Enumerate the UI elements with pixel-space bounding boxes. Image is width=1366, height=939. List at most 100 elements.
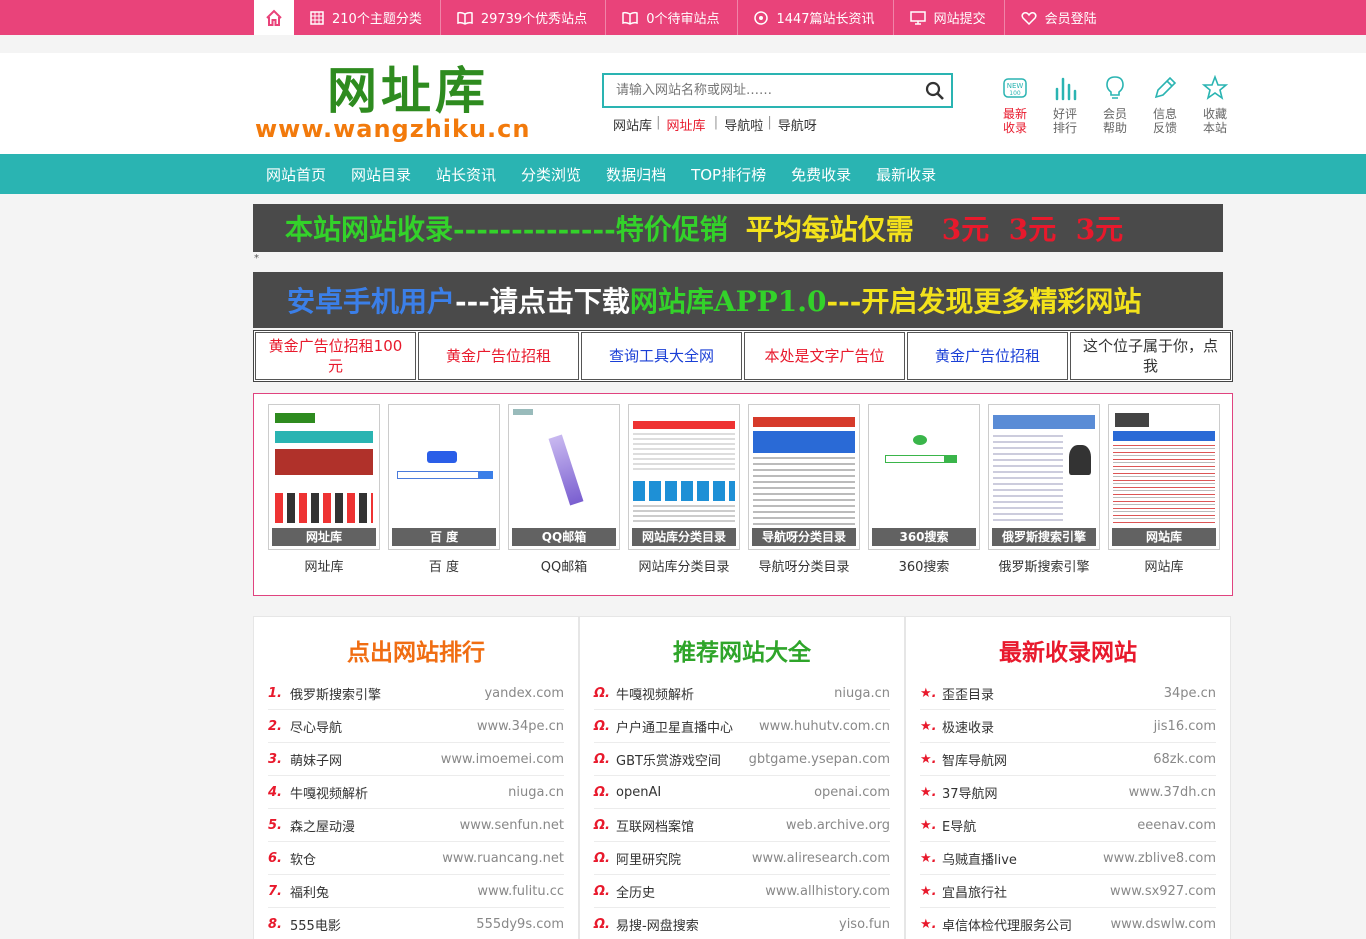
- nav-top[interactable]: TOP排行榜: [679, 164, 778, 185]
- list-item[interactable]: Ω. 全历史 www.allhistory.com: [594, 875, 890, 908]
- showcase-item[interactable]: 网站库 网站库: [1108, 404, 1220, 575]
- list-item[interactable]: ★. E导航 eeenav.com: [920, 809, 1216, 842]
- text-ad[interactable]: 查询工具大全网: [581, 332, 742, 380]
- nav-latest[interactable]: 最新收录: [864, 164, 948, 185]
- list-item[interactable]: Ω. openAI openai.com: [594, 776, 890, 809]
- site-name-link[interactable]: 极速收录: [942, 717, 1154, 736]
- site-name-link[interactable]: 555电影: [290, 915, 476, 934]
- site-name-link[interactable]: openAI: [616, 785, 814, 800]
- site-name-link[interactable]: 软仓: [290, 849, 442, 868]
- nav-home[interactable]: 网站首页: [254, 164, 338, 185]
- list-marker: 8.: [268, 916, 282, 932]
- nav-browse[interactable]: 分类浏览: [509, 164, 593, 185]
- list-item[interactable]: 8. 555电影 555dy9s.com: [268, 908, 564, 939]
- text-ad[interactable]: 黄金广告位招租100元: [255, 332, 416, 380]
- ranking-button[interactable]: 好评 排行: [1040, 75, 1090, 135]
- list-item[interactable]: ★. 乌贼直播live www.zblive8.com: [920, 842, 1216, 875]
- search-icon[interactable]: [923, 79, 947, 103]
- showcase-label: 网址库: [304, 560, 344, 575]
- help-button[interactable]: 会员 帮助: [1090, 75, 1140, 135]
- site-name-link[interactable]: 37导航网: [942, 783, 1129, 802]
- nav-news[interactable]: 站长资讯: [424, 164, 508, 185]
- list-item[interactable]: 3. 萌妹子网 www.imoemei.com: [268, 743, 564, 776]
- topbar-login[interactable]: 会员登陆: [1005, 0, 1115, 35]
- list-item[interactable]: Ω. 互联网档案馆 web.archive.org: [594, 809, 890, 842]
- column-list: ★. 歪歪目录 34pe.cn ★. 极速收录 jis16.com ★. 智库导航网 68zk.…: [920, 677, 1216, 939]
- feedback-button[interactable]: 信息 反馈: [1140, 75, 1190, 135]
- help-l2: 帮助: [1102, 121, 1127, 135]
- header-icons: NEW 100 最新 收录 好评 排行 会员 帮助 信息 反馈 收藏 本站: [990, 75, 1240, 135]
- site-name-link[interactable]: 俄罗斯搜索引擎: [290, 684, 484, 703]
- list-item[interactable]: Ω. GBT乐赏游戏空间 gbtgame.ysepan.com: [594, 743, 890, 776]
- site-thumbnail: 网址库: [268, 404, 380, 550]
- site-name-link[interactable]: 福利兔: [290, 882, 477, 901]
- text-ad[interactable]: 黄金广告位招租: [907, 332, 1068, 380]
- showcase-item[interactable]: 百 度 百 度: [388, 404, 500, 575]
- site-url: www.37dh.cn: [1128, 784, 1216, 800]
- showcase-item[interactable]: 俄罗斯搜索引擎 俄罗斯搜索引擎: [988, 404, 1100, 575]
- promo-part-b: 特价促销: [615, 213, 728, 246]
- site-name-link[interactable]: 森之屋动漫: [290, 816, 460, 835]
- showcase-item[interactable]: 360搜索 360搜索: [868, 404, 980, 575]
- list-item[interactable]: 4. 牛嘎视频解析 niuga.cn: [268, 776, 564, 809]
- list-item[interactable]: 2. 尽心导航 www.34pe.cn: [268, 710, 564, 743]
- site-name-link[interactable]: 阿里研究院: [616, 849, 752, 868]
- topbar-categories[interactable]: 210个主题分类: [294, 0, 441, 35]
- list-marker: Ω.: [594, 751, 610, 767]
- site-name-link[interactable]: 牛嘎视频解析: [616, 684, 834, 703]
- latest-button[interactable]: NEW 100 最新 收录: [990, 75, 1040, 135]
- list-item[interactable]: 7. 福利兔 www.fulitu.cc: [268, 875, 564, 908]
- search-input[interactable]: [604, 75, 914, 106]
- site-name-link[interactable]: 智库导航网: [942, 750, 1153, 769]
- site-name-link[interactable]: 易搜-网盘搜索: [616, 915, 839, 934]
- site-name-link[interactable]: 牛嘎视频解析: [290, 783, 508, 802]
- quick-link-wangzhanku[interactable]: 网站库: [613, 115, 652, 134]
- list-item[interactable]: 1. 俄罗斯搜索引擎 yandex.com: [268, 677, 564, 710]
- text-ad[interactable]: 本处是文字广告位: [744, 332, 905, 380]
- site-name-link[interactable]: 萌妹子网: [290, 750, 441, 769]
- bookmark-button[interactable]: 收藏 本站: [1190, 75, 1240, 135]
- site-name-link[interactable]: E导航: [942, 816, 1137, 835]
- nav-free-submit[interactable]: 免费收录: [779, 164, 863, 185]
- list-item[interactable]: ★. 宜昌旅行社 www.sx927.com: [920, 875, 1216, 908]
- site-name-link[interactable]: 卓信体检代理服务公司: [942, 915, 1111, 934]
- topbar-sites[interactable]: 29739个优秀站点: [441, 0, 607, 35]
- showcase-item[interactable]: 导航呀分类目录 导航呀分类目录: [748, 404, 860, 575]
- quick-link-daohangla[interactable]: 导航啦: [724, 115, 763, 134]
- list-item[interactable]: ★. 歪歪目录 34pe.cn: [920, 677, 1216, 710]
- list-item[interactable]: Ω. 牛嘎视频解析 niuga.cn: [594, 677, 890, 710]
- list-item[interactable]: 5. 森之屋动漫 www.senfun.net: [268, 809, 564, 842]
- site-name-link[interactable]: 全历史: [616, 882, 765, 901]
- list-item[interactable]: Ω. 户户通卫星直播中心 www.huhutv.com.cn: [594, 710, 890, 743]
- site-name-link[interactable]: 互联网档案馆: [616, 816, 786, 835]
- showcase-item[interactable]: QQ邮箱 QQ邮箱: [508, 404, 620, 575]
- showcase-item[interactable]: 网站库分类目录 网站库分类目录: [628, 404, 740, 575]
- promo-banner[interactable]: 本站网站收录-------------- 特价促销 平均每站仅需 3元 3元 3…: [253, 204, 1223, 252]
- showcase-item[interactable]: 网址库 网址库: [268, 404, 380, 575]
- topbar-submit[interactable]: 网站提交: [894, 0, 1005, 35]
- site-name-link[interactable]: 乌贼直播live: [942, 849, 1103, 868]
- site-logo[interactable]: 网址库 www.wangzhiku.cn: [255, 63, 600, 144]
- nav-directory[interactable]: 网站目录: [339, 164, 423, 185]
- list-item[interactable]: 6. 软仓 www.ruancang.net: [268, 842, 564, 875]
- topbar-pending[interactable]: 0个待审站点: [606, 0, 739, 35]
- list-item[interactable]: Ω. 易搜-网盘搜索 yiso.fun: [594, 908, 890, 939]
- site-name-link[interactable]: 尽心导航: [290, 717, 477, 736]
- list-item[interactable]: ★. 卓信体检代理服务公司 www.dswlw.com: [920, 908, 1216, 939]
- site-name-link[interactable]: GBT乐赏游戏空间: [616, 750, 749, 769]
- list-item[interactable]: Ω. 阿里研究院 www.aliresearch.com: [594, 842, 890, 875]
- site-name-link[interactable]: 宜昌旅行社: [942, 882, 1110, 901]
- home-icon[interactable]: [254, 0, 294, 35]
- site-name-link[interactable]: 户户通卫星直播中心: [616, 717, 759, 736]
- quick-link-daohangya[interactable]: 导航呀: [778, 115, 817, 134]
- list-item[interactable]: ★. 智库导航网 68zk.com: [920, 743, 1216, 776]
- topbar-news[interactable]: 1447篇站长资讯: [738, 0, 894, 35]
- nav-archive[interactable]: 数据归档: [594, 164, 678, 185]
- text-ad[interactable]: 黄金广告位招租: [418, 332, 579, 380]
- quick-link-wangzhiku[interactable]: 网址库: [667, 115, 706, 134]
- text-ad[interactable]: 这个位子属于你，点我: [1070, 332, 1231, 380]
- list-item[interactable]: ★. 37导航网 www.37dh.cn: [920, 776, 1216, 809]
- list-item[interactable]: ★. 极速收录 jis16.com: [920, 710, 1216, 743]
- app-banner[interactable]: 安卓手机用户 ---请点击下载 网站库APP1.0 ---开启发现更多精彩网站: [253, 272, 1223, 328]
- site-name-link[interactable]: 歪歪目录: [942, 684, 1164, 703]
